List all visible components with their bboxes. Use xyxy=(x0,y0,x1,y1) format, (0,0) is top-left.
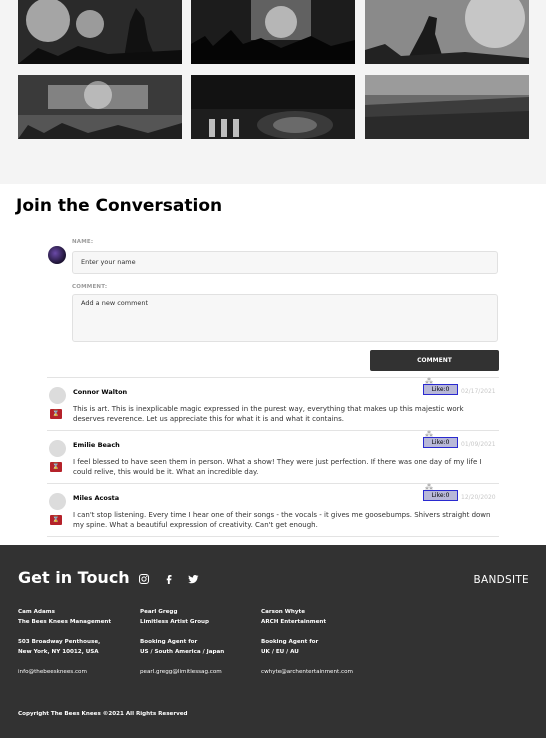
like-button[interactable]: Like:0 xyxy=(423,437,458,448)
comment-input[interactable]: Add a new comment xyxy=(72,294,498,342)
concert-stage-lights-photo xyxy=(191,0,355,64)
contact-block: Carson Whyte ARCH Entertainment Booking … xyxy=(261,607,381,677)
like-button[interactable]: Like:0 xyxy=(423,384,458,395)
contact-company: The Bees Knees Management xyxy=(18,619,112,625)
brand-logo[interactable]: BANDSITE xyxy=(473,574,529,586)
comment-date: 12/20/2020 xyxy=(461,494,496,501)
contact-address: Booking Agent for xyxy=(140,639,198,645)
contact-name: Pearl Gregg xyxy=(140,609,178,615)
contact-address: Booking Agent for xyxy=(261,639,319,645)
contact-address: UK / EU / AU xyxy=(261,649,299,655)
comment-text: I feel blessed to have seen them in pers… xyxy=(73,458,482,476)
comment-item: ⌛ Emilie Beach ⁂ Like:0 01/09/2021 I fee… xyxy=(47,430,499,483)
contact-address: New York, NY 10012, USA xyxy=(18,649,99,655)
comment-button[interactable]: COMMENT xyxy=(370,350,499,371)
contact-name: Carson Whyte xyxy=(261,609,306,615)
avatar xyxy=(49,387,66,404)
contact-company: Limitless Artist Group xyxy=(140,619,210,625)
photo-gallery xyxy=(0,0,546,184)
delete-icon[interactable]: ⌛ xyxy=(50,462,62,472)
facebook-icon[interactable] xyxy=(163,573,175,585)
comment-label: COMMENT: xyxy=(72,284,108,290)
footer-title: Get in Touch xyxy=(18,568,130,587)
twitter-icon[interactable] xyxy=(187,573,199,585)
comment-author: Miles Acosta xyxy=(73,494,120,502)
comment-text: This is art. This is inexplicable magic … xyxy=(73,405,464,423)
user-avatar xyxy=(48,246,66,264)
name-label: NAME: xyxy=(72,239,94,245)
like-button[interactable]: Like:0 xyxy=(423,490,458,501)
comment-item: ⌛ Connor Walton ⁂ Like:0 02/17/2021 This… xyxy=(47,377,499,430)
contact-company: ARCH Entertainment xyxy=(261,619,327,625)
comment-author: Emilie Beach xyxy=(73,441,120,449)
comment-date: 01/09/2021 xyxy=(461,441,496,448)
comment-item: ⌛ Miles Acosta ⁂ Like:0 12/20/2020 I can… xyxy=(47,483,499,537)
comment-text: I can't stop listening. Every time I hea… xyxy=(73,511,491,529)
stage-lights-crowd-photo xyxy=(18,75,182,139)
contact-block: Cam Adams The Bees Knees Management 503 … xyxy=(18,607,138,677)
section-title: Join the Conversation xyxy=(16,196,223,216)
avatar xyxy=(49,440,66,457)
contact-email[interactable]: cwhyte@archentertainment.com xyxy=(261,667,381,677)
comment-date: 02/17/2021 xyxy=(461,388,496,395)
contact-email[interactable]: pearl.gregg@limitlessag.com xyxy=(140,667,260,677)
comment-list: ⌛ Connor Walton ⁂ Like:0 02/17/2021 This… xyxy=(47,377,499,537)
dj-turntable-photo xyxy=(191,75,355,139)
singer-silhouette-photo xyxy=(365,0,529,64)
footer: Get in Touch BANDSITE Cam Adams The Bees… xyxy=(0,545,546,738)
concert-crowd-hands-photo xyxy=(18,0,182,64)
contact-email[interactable]: info@thebeesknees.com xyxy=(18,667,138,677)
name-input[interactable]: Enter your name xyxy=(72,251,498,274)
contact-name: Cam Adams xyxy=(18,609,55,615)
festival-crowd-photo xyxy=(365,75,529,139)
instagram-icon[interactable] xyxy=(138,573,150,585)
copyright: Copyright The Bees Knees ©2021 All Right… xyxy=(18,711,188,717)
contact-block: Pearl Gregg Limitless Artist Group Booki… xyxy=(140,607,260,677)
delete-icon[interactable]: ⌛ xyxy=(50,515,62,525)
contact-address: 503 Broadway Penthouse, xyxy=(18,639,101,645)
avatar xyxy=(49,493,66,510)
delete-icon[interactable]: ⌛ xyxy=(50,409,62,419)
contact-address: US / South America / Japan xyxy=(140,649,225,655)
comment-author: Connor Walton xyxy=(73,388,128,396)
